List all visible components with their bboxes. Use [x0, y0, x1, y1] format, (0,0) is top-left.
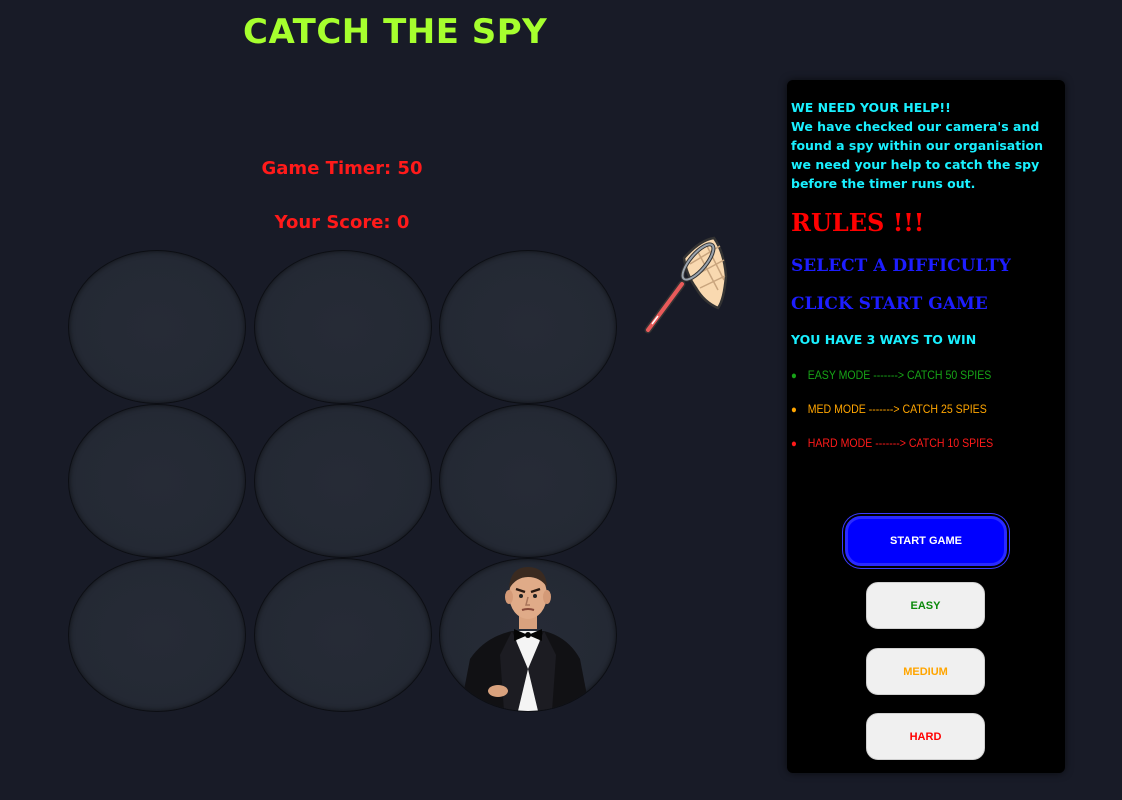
hole-9[interactable] [439, 558, 617, 712]
mode-hard-item: ● HARD MODE -------> CATCH 10 SPIES [791, 436, 993, 450]
hole-1[interactable] [68, 250, 246, 404]
game-title: CATCH THE SPY [243, 12, 548, 52]
bullet-icon: ● [791, 404, 797, 416]
ways-to-win-title: YOU HAVE 3 WAYS TO WIN [791, 332, 977, 347]
start-game-button[interactable]: START GAME [845, 516, 1007, 566]
mode-medium-label: MED MODE -------> CATCH 25 SPIES [807, 402, 987, 416]
rules-title: RULES !!! [791, 208, 925, 237]
mode-hard-label: HARD MODE -------> CATCH 10 SPIES [807, 436, 994, 450]
hole-4[interactable] [68, 404, 246, 558]
rules-panel: WE NEED YOUR HELP!! We have checked our … [787, 80, 1065, 773]
medium-button[interactable]: MEDIUM [866, 648, 985, 695]
hole-8[interactable] [254, 558, 432, 712]
step-click-start: CLICK START GAME [791, 294, 988, 314]
butterfly-net-icon [644, 236, 728, 334]
hole-3[interactable] [439, 250, 617, 404]
hole-6[interactable] [439, 404, 617, 558]
mode-medium-item: ● MED MODE -------> CATCH 25 SPIES [791, 402, 987, 416]
game-timer: Game Timer: 50 [261, 158, 423, 179]
bullet-icon: ● [791, 438, 797, 450]
step-select-difficulty: SELECT A DIFFICULTY [791, 256, 1011, 276]
help-title: WE NEED YOUR HELP!! [791, 100, 951, 115]
hole-2[interactable] [254, 250, 432, 404]
hard-button[interactable]: HARD [866, 713, 985, 760]
easy-button[interactable]: EASY [866, 582, 985, 629]
mode-easy-item: ● EASY MODE -------> CATCH 50 SPIES [791, 368, 991, 382]
hole-5[interactable] [254, 404, 432, 558]
hole-7[interactable] [68, 558, 246, 712]
spy-character[interactable] [440, 559, 616, 711]
bullet-icon: ● [791, 370, 797, 382]
help-text: We have checked our camera's and found a… [791, 119, 1043, 191]
score-display: Your Score: 0 [274, 212, 410, 233]
mode-easy-label: EASY MODE -------> CATCH 50 SPIES [807, 368, 992, 382]
